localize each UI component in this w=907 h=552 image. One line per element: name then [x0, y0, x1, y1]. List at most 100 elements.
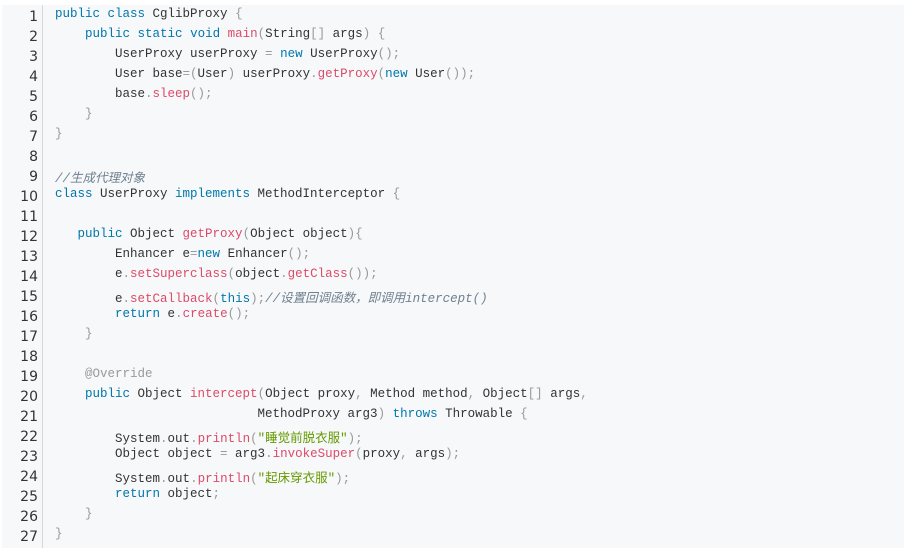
code-line: }	[55, 127, 63, 147]
code-token: ,	[580, 387, 588, 401]
code-token: public	[77, 227, 123, 241]
code-token: ();	[287, 247, 311, 261]
code-token: {	[520, 407, 528, 421]
code-token: );	[335, 472, 351, 486]
code-token: object	[160, 487, 213, 501]
code-token: );	[347, 432, 363, 446]
code-token: .	[280, 267, 288, 281]
code-token: Throwable	[437, 407, 521, 421]
code-token: System	[55, 432, 161, 446]
code-token: (	[250, 432, 258, 446]
code-token: userProxy	[235, 67, 311, 81]
line-number: 9	[29, 169, 38, 185]
code-token: public	[55, 7, 101, 21]
code-token: static	[137, 27, 183, 41]
line-number: 13	[20, 249, 38, 265]
code-token: .	[122, 267, 131, 281]
code-token: setSuperclass	[130, 267, 228, 281]
code-line: }	[55, 107, 93, 127]
code-line: //生成代理对象	[55, 167, 145, 187]
code-token: "睡觉前脱衣服"	[257, 432, 348, 446]
code-token: ,	[400, 447, 408, 461]
code-token: new	[280, 47, 303, 61]
code-token: throws	[392, 407, 438, 421]
code-token: public	[85, 27, 131, 41]
code-token: e	[55, 292, 123, 306]
code-token: "起床穿衣服"	[257, 472, 336, 486]
line-number: 10	[20, 189, 38, 205]
code-token: System	[55, 472, 161, 486]
code-token: class	[107, 7, 146, 21]
code-token: .	[160, 472, 168, 486]
code-token: User base	[55, 67, 183, 81]
code-token: Object object	[250, 227, 348, 241]
code-token: args	[542, 387, 581, 401]
line-number: 17	[20, 329, 38, 345]
code-token: object	[235, 267, 281, 281]
code-token: (	[257, 27, 266, 41]
code-token: (	[227, 267, 236, 281]
line-number: 12	[20, 229, 38, 245]
code-token: println	[197, 432, 251, 446]
code-token: (	[377, 67, 386, 81]
code-token: setCallback	[130, 292, 213, 306]
code-token: {	[377, 27, 386, 41]
code-line: public Object intercept(Object proxy, Me…	[55, 387, 588, 407]
code-token: )	[347, 227, 356, 241]
line-number: 27	[20, 529, 38, 545]
code-token: =	[265, 47, 273, 61]
code-token: (	[250, 472, 258, 486]
code-token: UserProxy	[92, 187, 176, 201]
code-token: Object	[130, 387, 191, 401]
code-line: }	[55, 527, 63, 547]
code-token: }	[55, 527, 63, 541]
code-token: ();	[377, 47, 401, 61]
code-line: class UserProxy implements MethodInterce…	[55, 187, 400, 207]
code-line: Enhancer e=new Enhancer();	[55, 247, 310, 267]
code-block: 1 2 3 4 5 6 7 8 9 10 11 12 13 14 15 16 17 18 19 20 21 22 23 24 2…	[2, 5, 904, 548]
code-line: @Override	[55, 367, 153, 387]
code-token: .	[310, 67, 318, 81]
code-token: return	[115, 487, 161, 501]
code-token: Enhancer	[220, 247, 288, 261]
code-token: @Override	[85, 367, 153, 381]
code-token: return	[115, 307, 161, 321]
code-token: ());	[445, 67, 476, 81]
code-token: .	[190, 472, 198, 486]
code-token: ,	[355, 387, 363, 401]
code-token: proxy	[362, 447, 401, 461]
line-number: 5	[29, 89, 38, 105]
line-number: 21	[20, 409, 38, 425]
line-number: 26	[20, 509, 38, 525]
code-token: .	[160, 432, 168, 446]
line-number: 3	[29, 49, 38, 65]
code-token: println	[197, 472, 251, 486]
code-token: UserProxy userProxy	[55, 47, 266, 61]
line-number: 11	[20, 209, 38, 225]
line-number: 25	[20, 489, 38, 505]
code-token: out	[167, 432, 191, 446]
code-token: User	[197, 67, 228, 81]
code-token: public	[85, 387, 131, 401]
code-token: }	[85, 107, 93, 121]
code-token: User	[407, 67, 446, 81]
line-number: 6	[29, 109, 38, 125]
code-token: (	[212, 292, 221, 306]
code-token: .	[175, 307, 183, 321]
code-token: []	[310, 27, 326, 41]
code-token: void	[190, 27, 221, 41]
code-token: //生成代理对象	[55, 172, 146, 186]
code-token: (	[355, 447, 363, 461]
line-number: 19	[20, 369, 38, 385]
code-token: intercept	[190, 387, 258, 401]
code-line: e.setSuperclass(object.getClass());	[55, 267, 378, 287]
code-line: public static void main(String[] args) {	[55, 27, 385, 47]
code-token: .	[190, 432, 198, 446]
code-token: ();	[227, 307, 251, 321]
